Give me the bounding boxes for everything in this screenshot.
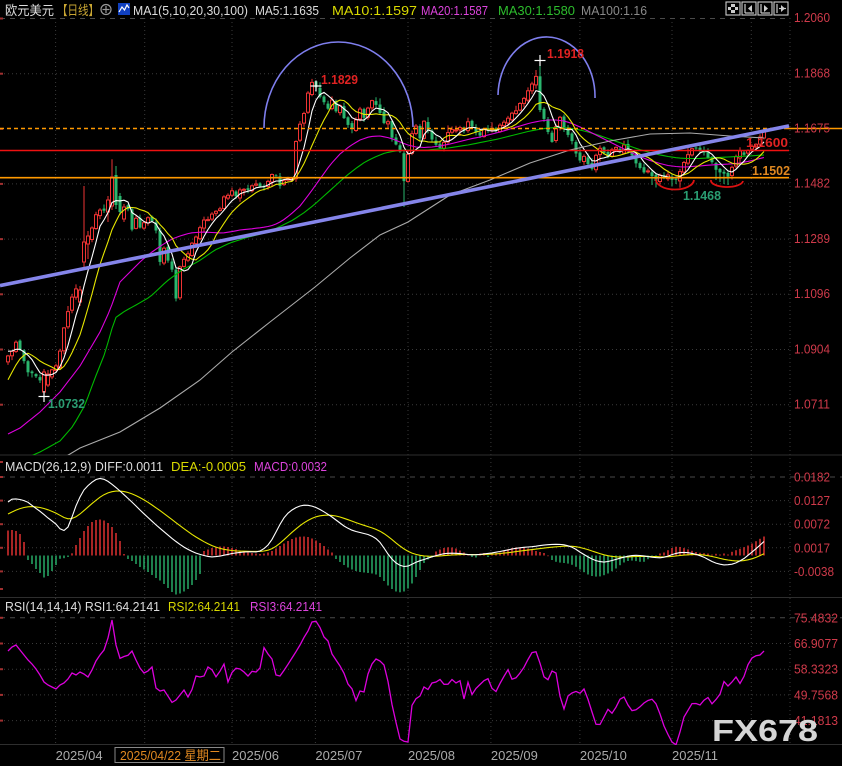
svg-text:1.1468: 1.1468 bbox=[683, 188, 721, 203]
svg-text:2025/04: 2025/04 bbox=[56, 748, 103, 763]
svg-text:MA20:1.1587: MA20:1.1587 bbox=[421, 3, 488, 18]
svg-text:RSI2:64.2141: RSI2:64.2141 bbox=[168, 599, 240, 614]
svg-text:2025/10: 2025/10 bbox=[580, 748, 627, 763]
svg-text:2025/07: 2025/07 bbox=[315, 748, 362, 763]
svg-text:0.0017: 0.0017 bbox=[794, 540, 830, 555]
svg-text:1.1096: 1.1096 bbox=[794, 286, 830, 301]
svg-text:1.0904: 1.0904 bbox=[794, 341, 830, 356]
svg-text:1.1829: 1.1829 bbox=[321, 72, 358, 87]
svg-text:1.1502: 1.1502 bbox=[752, 163, 790, 178]
svg-text:MA1(5,10,20,30,100): MA1(5,10,20,30,100) bbox=[133, 3, 248, 18]
svg-text:1.1289: 1.1289 bbox=[794, 231, 830, 246]
svg-text:RSI3:64.2141: RSI3:64.2141 bbox=[250, 599, 322, 614]
svg-text:1.0711: 1.0711 bbox=[794, 397, 830, 412]
svg-text:【日线】: 【日线】 bbox=[57, 3, 99, 18]
svg-text:0.0127: 0.0127 bbox=[794, 493, 830, 508]
svg-text:MACD:0.0032: MACD:0.0032 bbox=[254, 459, 327, 474]
svg-text:MA5:1.1635: MA5:1.1635 bbox=[255, 3, 319, 18]
svg-text:1.2060: 1.2060 bbox=[794, 10, 830, 25]
svg-text:1.1482: 1.1482 bbox=[794, 176, 830, 191]
svg-text:1.0732: 1.0732 bbox=[48, 396, 85, 411]
svg-text:MA30:1.1580: MA30:1.1580 bbox=[498, 3, 575, 18]
svg-text:2025/11: 2025/11 bbox=[672, 748, 718, 763]
svg-text:0.0182: 0.0182 bbox=[794, 470, 830, 485]
svg-text:DEA:-0.0005: DEA:-0.0005 bbox=[171, 459, 246, 474]
svg-text:66.9077: 66.9077 bbox=[794, 636, 838, 651]
svg-text:1.1918: 1.1918 bbox=[547, 46, 584, 61]
svg-text:欧元美元: 欧元美元 bbox=[5, 3, 54, 18]
svg-text:1.1868: 1.1868 bbox=[794, 65, 830, 80]
svg-text:75.4832: 75.4832 bbox=[794, 610, 838, 625]
svg-text:FX678: FX678 bbox=[712, 713, 818, 748]
svg-text:1.1600: 1.1600 bbox=[746, 135, 788, 150]
svg-text:RSI(14,14,14) RSI1:64.2141: RSI(14,14,14) RSI1:64.2141 bbox=[5, 599, 160, 614]
svg-text:MA100:1.16: MA100:1.16 bbox=[581, 3, 647, 18]
svg-text:49.7568: 49.7568 bbox=[794, 687, 838, 702]
svg-text:2025/04/22 星期二: 2025/04/22 星期二 bbox=[120, 748, 221, 763]
svg-text:-0.0038: -0.0038 bbox=[794, 564, 834, 579]
svg-text:MACD(26,12,9) DIFF:0.0011: MACD(26,12,9) DIFF:0.0011 bbox=[5, 459, 163, 474]
svg-text:2025/09: 2025/09 bbox=[491, 748, 538, 763]
svg-text:2025/06: 2025/06 bbox=[232, 748, 279, 763]
svg-text:2025/08: 2025/08 bbox=[408, 748, 455, 763]
svg-text:0.0072: 0.0072 bbox=[794, 517, 830, 532]
svg-text:1.1675: 1.1675 bbox=[794, 121, 830, 136]
svg-text:MA10:1.1597: MA10:1.1597 bbox=[332, 3, 417, 18]
svg-text:58.3323: 58.3323 bbox=[794, 662, 838, 677]
